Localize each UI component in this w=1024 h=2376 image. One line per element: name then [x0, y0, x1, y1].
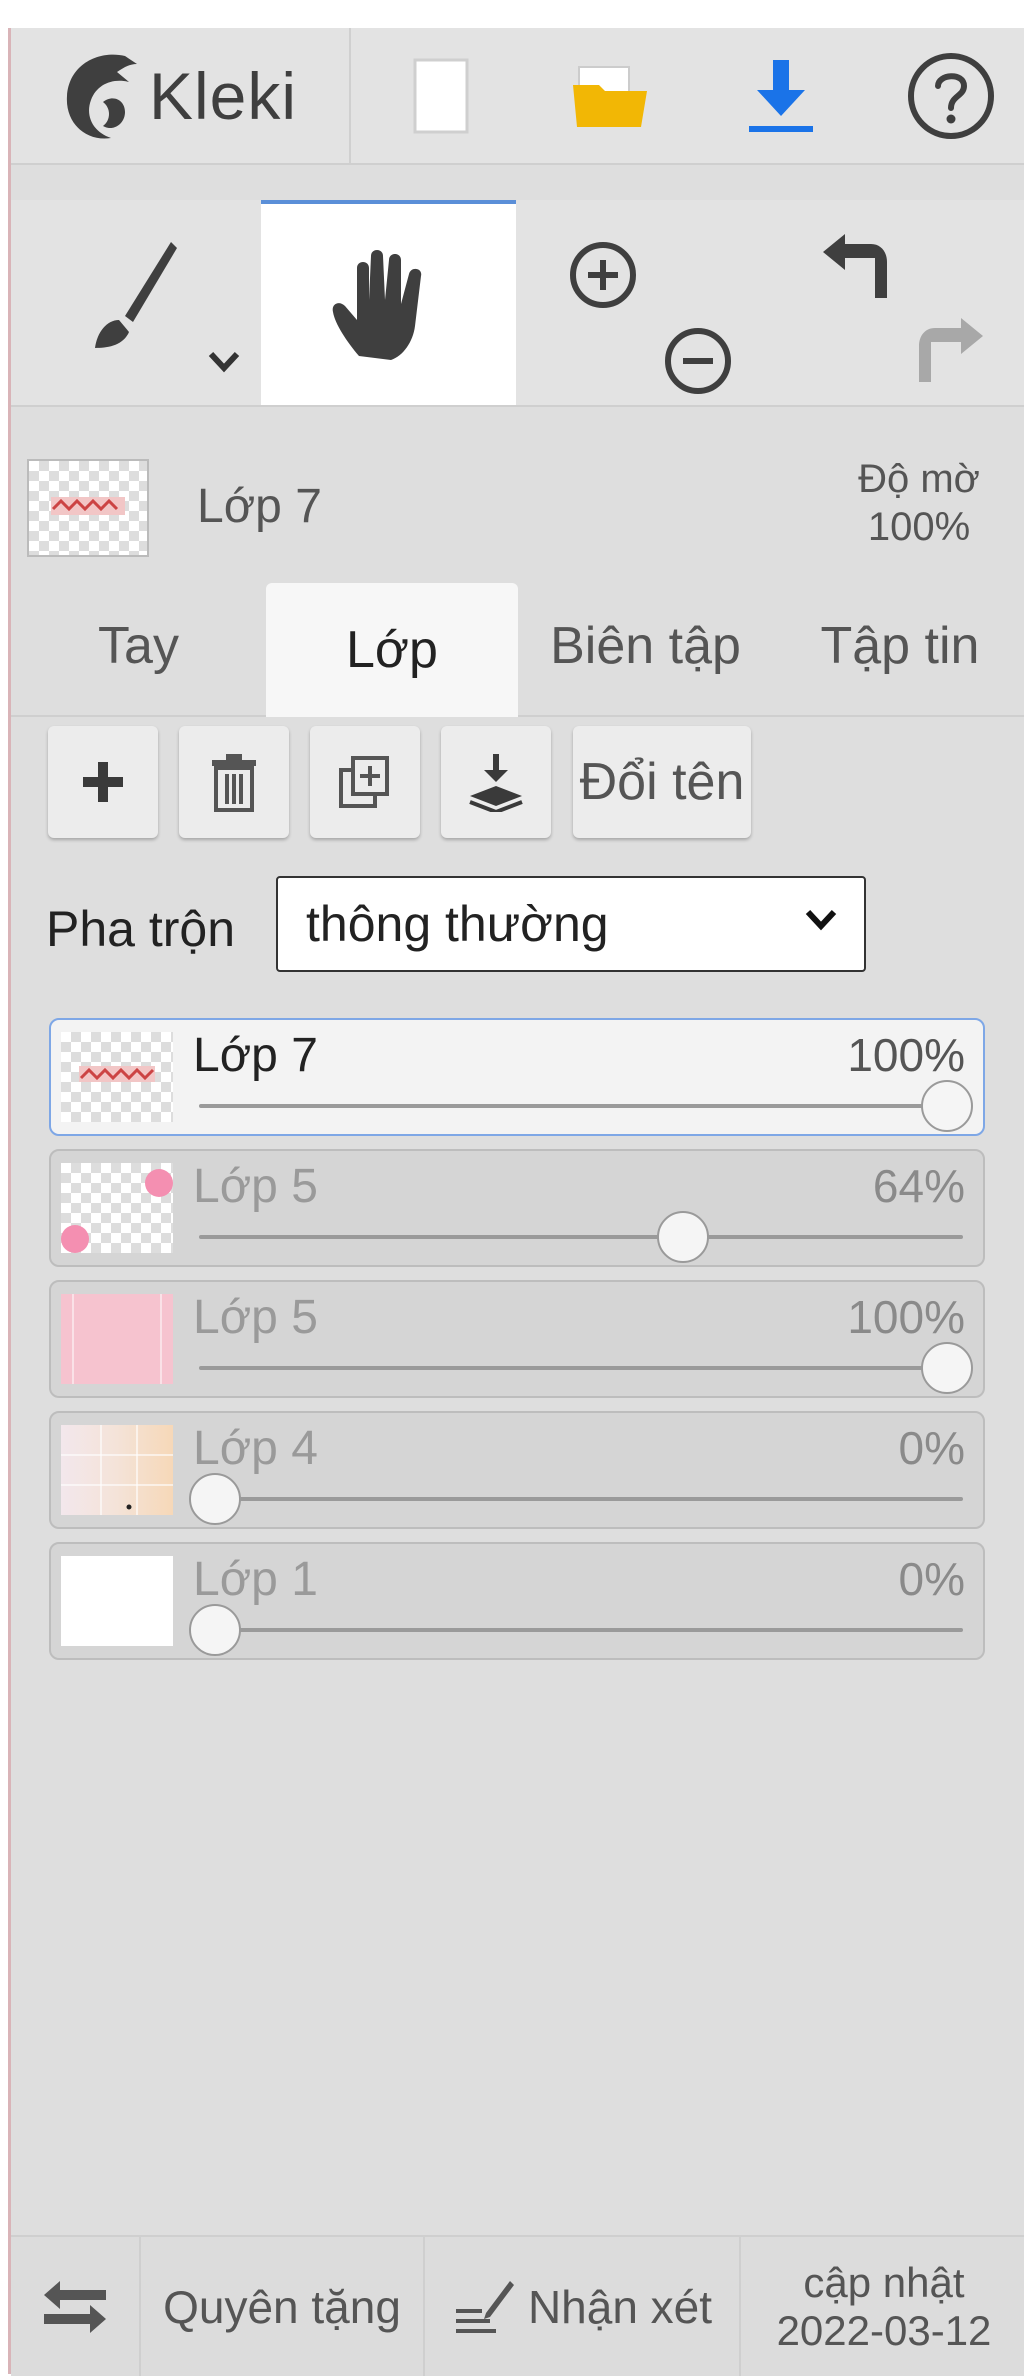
opacity-slider-track[interactable] [199, 1366, 963, 1370]
add-layer-button[interactable] [48, 726, 158, 838]
new-file-button[interactable] [356, 28, 526, 163]
opacity-slider-knob[interactable] [921, 1342, 973, 1394]
app-name: Kleki [149, 58, 298, 133]
tool-row [11, 200, 1024, 407]
feedback-label: Nhận xét [527, 2280, 713, 2333]
kleki-logo[interactable]: Kleki [11, 28, 351, 163]
folder-icon [573, 65, 647, 127]
donate-button[interactable]: Quyên tặng [141, 2237, 425, 2376]
merge-down-button[interactable] [441, 726, 551, 838]
update-info[interactable]: cập nhật 2022-03-12 [741, 2237, 1024, 2376]
opacity-slider-track[interactable] [199, 1235, 963, 1239]
rename-label: Đổi tên [579, 753, 745, 811]
rename-layer-button[interactable]: Đổi tên [573, 726, 751, 838]
chevron-down-icon [805, 909, 837, 931]
redo-icon[interactable] [911, 312, 991, 396]
duplicate-layer-button[interactable] [310, 726, 420, 838]
trash-icon [212, 754, 256, 812]
bottom-bar: Quyên tặng Nhận xét cập nhật 2022-03-12 [11, 2235, 1024, 2376]
donate-label: Quyên tặng [163, 2280, 401, 2333]
tab-edit[interactable]: Biên tập [518, 577, 773, 715]
layer-name: Lớp 4 [193, 1422, 318, 1475]
chevron-down-icon[interactable] [207, 350, 241, 374]
open-file-button[interactable] [526, 28, 696, 163]
delete-layer-button[interactable] [179, 726, 289, 838]
layer-name: Lớp 7 [193, 1029, 318, 1082]
opacity-slider-track[interactable] [199, 1497, 963, 1501]
opacity-slider-knob[interactable] [921, 1080, 973, 1132]
undo-icon[interactable] [815, 228, 895, 312]
layer-thumbnail [61, 1163, 173, 1253]
blend-mode-value: thông thường [306, 896, 609, 952]
merge-down-icon [469, 754, 523, 812]
opacity-label: Độ mờ [858, 457, 980, 501]
blend-mode-select[interactable]: thông thường [276, 876, 866, 972]
layer-item[interactable]: Lớp 7 100% [49, 1018, 985, 1136]
layer-item[interactable]: Lớp 5 100% [49, 1280, 985, 1398]
zoom-controls [516, 200, 771, 405]
feedback-button[interactable]: Nhận xét [425, 2237, 741, 2376]
brush-tool-button[interactable] [11, 200, 261, 405]
layer-content-image [51, 497, 125, 515]
opacity-slider-knob[interactable] [657, 1211, 710, 1263]
layer-thumbnail [61, 1032, 173, 1122]
help-icon [908, 52, 994, 139]
update-label: cập nhật [803, 2258, 965, 2306]
history-controls [771, 200, 1024, 405]
blend-mode-label: Pha trộn [46, 901, 236, 957]
opacity-display: Độ mờ 100% [831, 455, 1007, 551]
save-button[interactable] [696, 28, 866, 163]
tab-hand[interactable]: Tay [11, 577, 266, 715]
layer-name: Lớp 5 [193, 1291, 318, 1344]
tab-file[interactable]: Tập tin [773, 577, 1024, 715]
layer-thumbnail [61, 1556, 173, 1646]
layer-opacity: 0% [898, 1553, 965, 1605]
layer-name: Lớp 5 [193, 1160, 318, 1213]
top-toolbar: Kleki [11, 28, 1024, 165]
current-layer-info: Lớp 7 Độ mờ 100% [11, 407, 1024, 577]
duplicate-icon [339, 756, 389, 808]
layer-opacity: 100% [847, 1291, 965, 1343]
kleki-side-panel: Kleki Lớp 7 Độ mờ 100% Tay Lớp Biên tập … [8, 28, 1024, 2376]
layer-opacity: 100% [847, 1029, 965, 1081]
kleki-logo-icon [66, 54, 137, 139]
swap-arrows-icon [44, 2280, 106, 2333]
layer-item[interactable]: Lớp 4 0% [49, 1411, 985, 1529]
layer-item[interactable]: Lớp 1 0% [49, 1542, 985, 1660]
zoom-in-icon[interactable] [568, 240, 638, 310]
layer-opacity: 0% [898, 1422, 965, 1474]
layer-name: Lớp 1 [193, 1553, 318, 1606]
swap-side-button[interactable] [11, 2237, 141, 2376]
zoom-out-icon[interactable] [663, 326, 733, 396]
layer-thumbnail [61, 1425, 173, 1515]
layer-thumbnail [61, 1294, 173, 1384]
opacity-slider-track[interactable] [199, 1104, 963, 1108]
current-layer-name: Lớp 7 [197, 480, 322, 533]
blank-page-icon [413, 58, 469, 133]
current-layer-thumbnail [27, 459, 149, 557]
opacity-slider-track[interactable] [199, 1628, 963, 1632]
panel-tabs: Tay Lớp Biên tập Tập tin [11, 577, 1024, 717]
download-icon [749, 59, 813, 132]
hand-tool-button[interactable] [261, 200, 516, 405]
layer-item[interactable]: Lớp 5 64% [49, 1149, 985, 1267]
opacity-value: 100% [867, 505, 971, 549]
hand-icon [332, 250, 422, 360]
feedback-pen-icon [455, 2280, 514, 2333]
opacity-slider-knob[interactable] [189, 1604, 241, 1656]
opacity-slider-knob[interactable] [189, 1473, 241, 1525]
layer-opacity: 64% [872, 1160, 965, 1212]
tab-layers[interactable]: Lớp [266, 583, 518, 717]
update-date: 2022-03-12 [776, 2306, 992, 2354]
plus-icon [83, 762, 123, 802]
help-button[interactable] [866, 28, 1024, 163]
brush-icon [95, 242, 177, 348]
